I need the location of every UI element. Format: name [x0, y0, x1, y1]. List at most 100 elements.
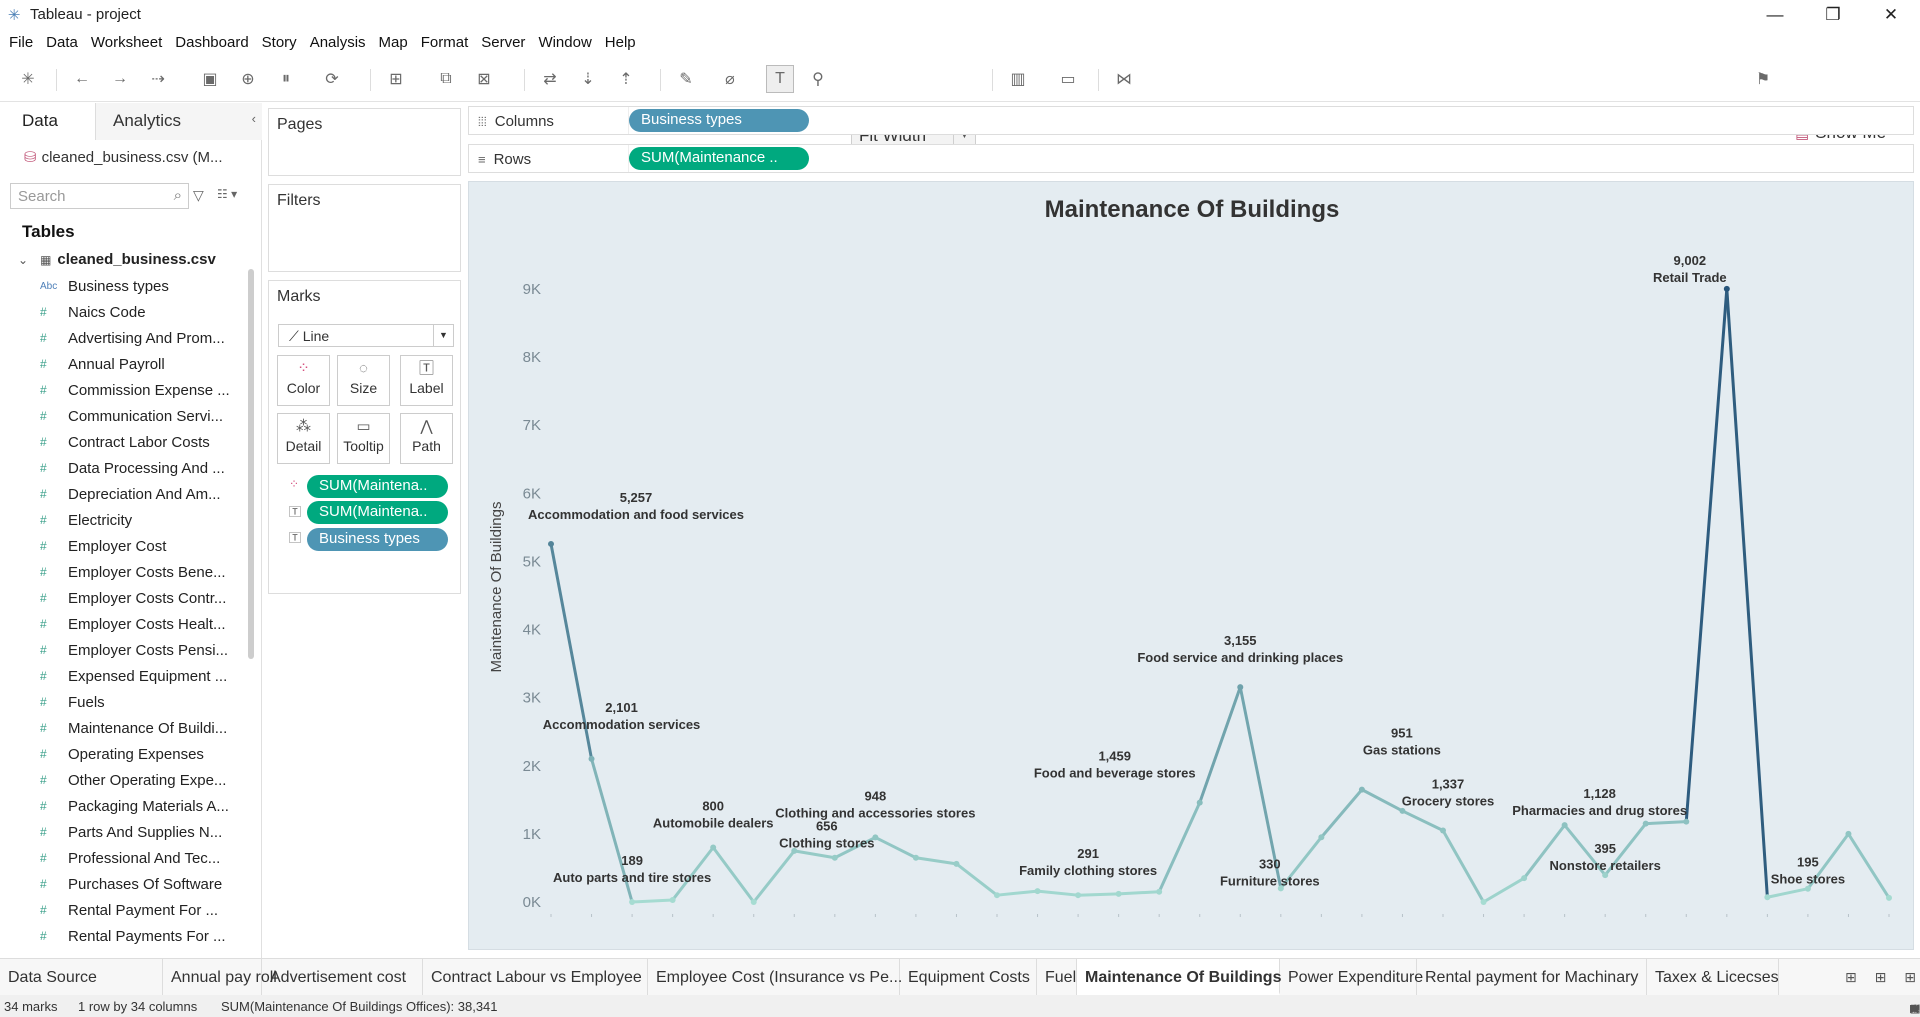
field-item[interactable]: # Employer Costs Pensi...: [40, 637, 240, 663]
menu-server[interactable]: Server: [481, 34, 525, 51]
field-item[interactable]: # Other Operating Expe...: [40, 767, 240, 793]
tableau-home-icon[interactable]: ✳: [14, 65, 42, 93]
field-item[interactable]: # Data Processing And ...: [40, 455, 240, 481]
field-item[interactable]: # Employer Cost: [40, 533, 240, 559]
path-button[interactable]: ⋀ Path: [400, 413, 453, 464]
refresh-icon[interactable]: ⟳: [318, 65, 346, 93]
field-item[interactable]: # Expensed Equipment ...: [40, 663, 240, 689]
field-item[interactable]: # Employer Costs Healt...: [40, 611, 240, 637]
menu-file[interactable]: File: [9, 34, 33, 51]
swap-icon[interactable]: ⇄: [536, 65, 564, 93]
field-item[interactable]: # Rental Payments For ...: [40, 923, 240, 949]
format-painter-icon[interactable]: ⚑: [1749, 65, 1777, 93]
fix-axes-icon[interactable]: ⚲: [804, 65, 832, 93]
size-button[interactable]: ◌ Size: [337, 355, 390, 406]
redo-icon[interactable]: →: [106, 65, 134, 93]
field-item[interactable]: # Commission Expense ...: [40, 377, 240, 403]
color-button[interactable]: ⁘ Color: [277, 355, 330, 406]
new-worksheet-icon[interactable]: ⊞: [382, 65, 410, 93]
field-item[interactable]: # Employer Costs Contr...: [40, 585, 240, 611]
sheet-tab[interactable]: Taxex & Licecses: [1647, 959, 1779, 995]
new-story-tab-icon[interactable]: ⊞: [1904, 969, 1916, 985]
undo-icon[interactable]: ←: [68, 65, 96, 93]
line-chart[interactable]: Maintenance Of Buildings 0K 1K 2K 3K 4K 5K 6K 7K…: [469, 182, 1915, 951]
chevron-down-icon[interactable]: ▼: [433, 325, 453, 346]
marks-pill-color[interactable]: SUM(Maintena..: [307, 475, 448, 498]
sheet-tab[interactable]: Equipment Costs: [900, 959, 1037, 995]
pages-card[interactable]: Pages: [268, 108, 461, 176]
menu-window[interactable]: Window: [538, 34, 591, 51]
sheet-tab[interactable]: Annual pay roll: [163, 959, 277, 995]
field-item[interactable]: # Communication Servi...: [40, 403, 240, 429]
view-options-icon[interactable]: ☷ ▾: [217, 187, 237, 201]
new-worksheet-tab-icon[interactable]: ⊞: [1845, 969, 1857, 985]
datasource-item[interactable]: ⛁ cleaned_business.csv (M...: [24, 148, 223, 166]
field-item[interactable]: # Packaging Materials A...: [40, 793, 240, 819]
marks-pill-business-types[interactable]: Business types: [307, 528, 448, 551]
new-dashboard-tab-icon[interactable]: ⊞: [1875, 969, 1887, 985]
presentation-mode-icon[interactable]: ▭: [1054, 65, 1082, 93]
chart-view[interactable]: Maintenance Of Buildings Maintenance Of …: [468, 181, 1914, 950]
field-item[interactable]: # Depreciation And Am...: [40, 481, 240, 507]
duplicate-icon[interactable]: ⧉: [432, 65, 460, 93]
pause-updates-icon[interactable]: ⏸: [272, 65, 300, 93]
sheet-tab[interactable]: Employee Cost (Insurance vs Pe...: [648, 959, 902, 995]
new-datasource-icon[interactable]: ⊕: [234, 65, 262, 93]
field-item[interactable]: # Fuels: [40, 689, 240, 715]
menu-dashboard[interactable]: Dashboard: [175, 34, 248, 51]
field-item[interactable]: # Rental Payment For ...: [40, 897, 240, 923]
show-labels-icon[interactable]: T: [766, 65, 794, 93]
menu-data[interactable]: Data: [46, 34, 78, 51]
field-item[interactable]: # Advertising And Prom...: [40, 325, 240, 351]
field-item[interactable]: # Parts And Supplies N...: [40, 819, 240, 845]
field-item[interactable]: # Operating Expenses: [40, 741, 240, 767]
tab-data[interactable]: Data: [0, 103, 96, 140]
scrollbar[interactable]: [248, 269, 254, 659]
field-item[interactable]: Abc Business types: [40, 273, 240, 299]
sheet-tab[interactable]: Rental payment for Machinary: [1417, 959, 1647, 995]
sheet-tab[interactable]: Maintenance Of Buildings: [1077, 959, 1281, 995]
menu-map[interactable]: Map: [379, 34, 408, 51]
restore-button[interactable]: ❐: [1804, 0, 1862, 29]
label-button[interactable]: 🅃 Label: [400, 355, 453, 406]
mark-type-select[interactable]: ⟋ Line ▼: [278, 324, 454, 347]
sheet-tab[interactable]: Power Expenditure: [1280, 959, 1423, 995]
group-icon[interactable]: ⌀: [716, 65, 744, 93]
field-item[interactable]: # Contract Labor Costs: [40, 429, 240, 455]
field-item[interactable]: # Electricity: [40, 507, 240, 533]
table-item[interactable]: ⌄ ▦ cleaned_business.csv: [12, 251, 216, 268]
replay-icon[interactable]: ⇢: [144, 65, 172, 93]
search-input[interactable]: Search ⌕: [10, 183, 189, 209]
rows-pill[interactable]: SUM(Maintenance ..: [629, 147, 809, 170]
tabs-view-icon[interactable]: ■: [1910, 1002, 1917, 1014]
close-button[interactable]: ✕: [1862, 0, 1920, 29]
menu-story[interactable]: Story: [262, 34, 297, 51]
columns-shelf[interactable]: ⦙⦙⦙ Columns Business types: [468, 106, 1914, 135]
tooltip-button[interactable]: ▭ Tooltip: [337, 413, 390, 464]
sheet-tab[interactable]: Fuel: [1037, 959, 1077, 995]
menu-worksheet[interactable]: Worksheet: [91, 34, 162, 51]
save-icon[interactable]: ▣: [196, 65, 224, 93]
sheet-tab[interactable]: Advertisement cost: [262, 959, 423, 995]
minimize-button[interactable]: —: [1746, 0, 1804, 29]
sheet-tab[interactable]: Contract Labour vs Employee: [423, 959, 648, 995]
field-item[interactable]: # Naics Code: [40, 299, 240, 325]
rows-shelf[interactable]: ≡ Rows SUM(Maintenance ..: [468, 144, 1914, 173]
field-item[interactable]: # Maintenance Of Buildi...: [40, 715, 240, 741]
marks-pill-label[interactable]: SUM(Maintena..: [307, 501, 448, 524]
clear-sheet-icon[interactable]: ⊠: [470, 65, 498, 93]
sort-ascending-icon[interactable]: ⇣: [574, 65, 602, 93]
highlight-icon[interactable]: ✎: [672, 65, 700, 93]
filters-card[interactable]: Filters: [268, 184, 461, 272]
field-item[interactable]: # Annual Payroll: [40, 351, 240, 377]
field-item[interactable]: # Purchases Of Software: [40, 871, 240, 897]
detail-button[interactable]: ⁂ Detail: [277, 413, 330, 464]
menu-help[interactable]: Help: [605, 34, 636, 51]
card-visibility-icon[interactable]: ▥: [1004, 65, 1032, 93]
sort-descending-icon[interactable]: ⇡: [612, 65, 640, 93]
sheet-tab[interactable]: Data Source: [0, 959, 163, 995]
columns-pill[interactable]: Business types: [629, 109, 809, 132]
field-item[interactable]: # Professional And Tec...: [40, 845, 240, 871]
menu-analysis[interactable]: Analysis: [310, 34, 366, 51]
chevron-down-icon[interactable]: ⌄: [18, 253, 28, 267]
